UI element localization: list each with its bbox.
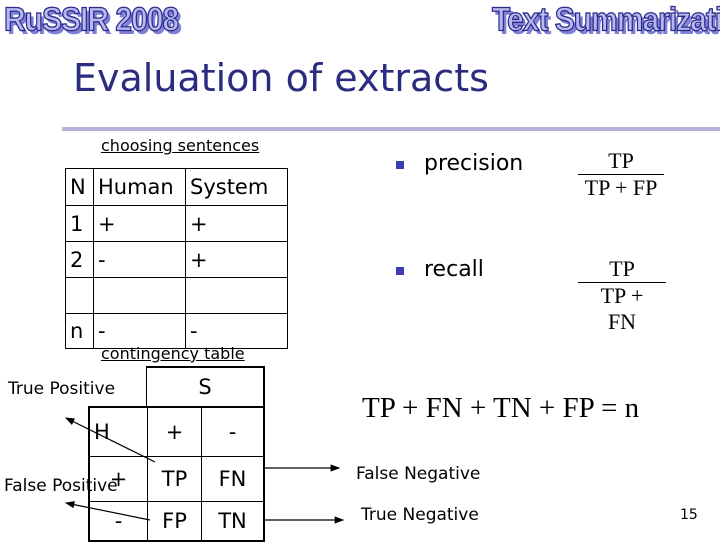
row-label-cell: -: [88, 500, 148, 542]
sum-equation: TP + FN + TN + FP = n: [362, 392, 640, 424]
fp-cell: FP: [147, 500, 202, 542]
table-row: H + -: [88, 406, 265, 457]
fn-cell: FN: [201, 455, 265, 502]
contingency-table: H + - + TP FN - FP TN: [88, 406, 265, 542]
table-cell: [65, 277, 94, 314]
table-row: - FP TN: [88, 500, 265, 542]
russir-logo: RuSSIR 2008: [3, 1, 179, 39]
table-cell: [93, 277, 186, 314]
table-cell: n: [65, 313, 94, 349]
table-cell: [185, 277, 288, 314]
sentence-table: N Human System 1 + + 2 - + n - -: [65, 168, 288, 349]
table-cell: -: [93, 241, 186, 278]
table-cell: 2: [65, 241, 94, 278]
tp-cell: TP: [147, 455, 202, 502]
system-header-cell: S: [146, 366, 265, 408]
recall-numerator: TP: [578, 256, 666, 283]
table-cell: +: [185, 205, 288, 242]
header-cell: System: [185, 168, 288, 206]
bullet-icon: [396, 267, 404, 275]
false-negative-label: False Negative: [356, 464, 481, 484]
table-cell: +: [185, 241, 288, 278]
table-cell: 1: [65, 205, 94, 242]
precision-formula: TP TP + FP: [578, 148, 664, 201]
col-label-cell: -: [201, 406, 265, 457]
precision-numerator: TP: [578, 148, 664, 175]
sentence-table-caption: choosing sentences: [101, 136, 260, 155]
slide-title: Evaluation of extracts: [73, 56, 489, 100]
system-header-table: S: [146, 366, 265, 408]
recall-denominator: TP + FN: [600, 283, 644, 334]
col-label-cell: +: [147, 406, 202, 457]
table-row: 2 - +: [65, 241, 288, 278]
bullet-icon: [396, 161, 404, 169]
precision-denominator: TP + FP: [584, 175, 658, 200]
text-summarization-logo: Text Summarization: [491, 1, 720, 39]
title-divider: [62, 127, 720, 131]
true-negative-label: True Negative: [361, 505, 479, 525]
table-row: 1 + +: [65, 205, 288, 242]
human-header-cell: H: [88, 406, 148, 457]
false-positive-label: False Positive: [4, 476, 118, 496]
contingency-table-caption: contingency table: [101, 344, 245, 363]
sentence-table-header: N Human System: [65, 168, 288, 206]
recall-label: recall: [424, 257, 484, 282]
table-row: [65, 277, 288, 314]
tn-cell: TN: [201, 500, 265, 542]
page-number: 15: [680, 507, 698, 523]
header-cell: Human: [93, 168, 186, 206]
recall-formula: TP TP + FN: [578, 256, 666, 335]
precision-label: precision: [424, 151, 524, 176]
header-cell: N: [65, 168, 94, 206]
table-cell: +: [93, 205, 186, 242]
true-positive-label: True Positive: [8, 379, 116, 399]
